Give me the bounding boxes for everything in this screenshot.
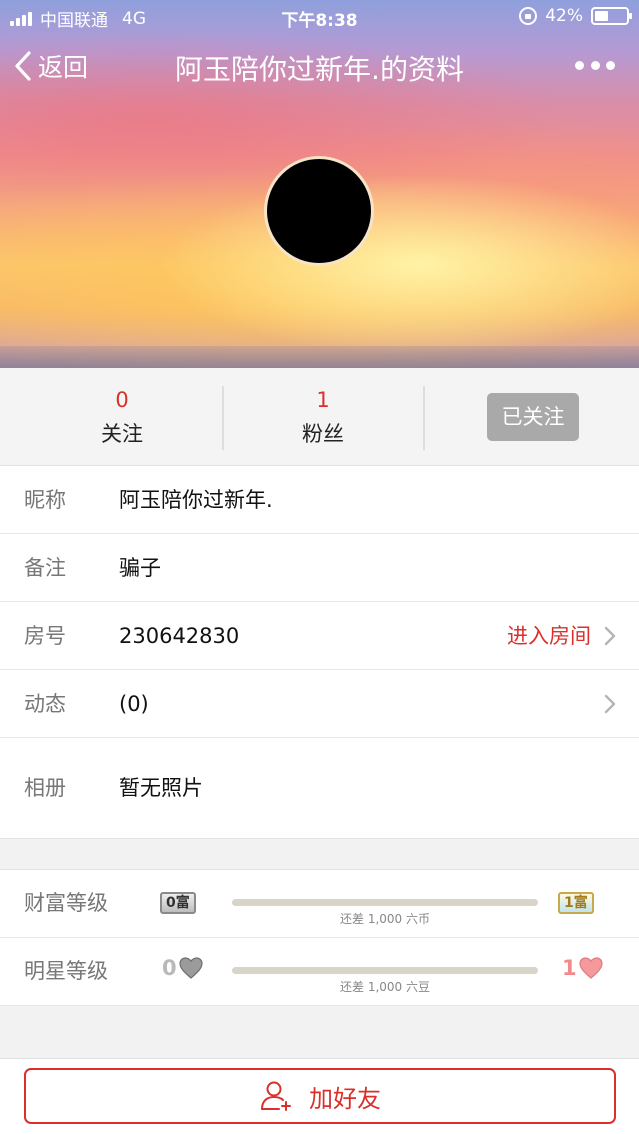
battery-percent: 42% — [545, 6, 583, 26]
following-count: 0 — [115, 388, 129, 412]
star-badge-next: 1 — [562, 956, 604, 980]
add-friend-label: 加好友 — [309, 1084, 381, 1113]
heart-icon — [579, 957, 603, 979]
avatar[interactable] — [264, 156, 374, 266]
room-label: 房号 — [24, 624, 66, 648]
fans-count: 1 — [316, 388, 330, 412]
section-divider — [0, 838, 639, 870]
followed-button[interactable]: 已关注 — [487, 393, 579, 441]
fans-label: 粉丝 — [302, 422, 344, 446]
enter-room-link[interactable]: 进入房间 — [507, 602, 591, 670]
album-value: 暂无照片 — [119, 776, 203, 800]
levels-section: 财富等级 0富 还差 1,000 六币 1富 明星等级 0 还差 1,000 六… — [0, 870, 639, 1006]
wealth-hint: 还差 1,000 六币 — [340, 912, 430, 926]
chevron-right-icon — [604, 694, 616, 714]
star-hint: 还差 1,000 六豆 — [340, 980, 430, 994]
stats-bar: 0 关注 1 粉丝 已关注 — [0, 368, 639, 466]
star-current-level: 0 — [162, 956, 177, 980]
rotation-lock-icon — [519, 7, 538, 25]
section-divider — [0, 1006, 639, 1058]
profile-info-list: 昵称 阿玉陪你过新年. 备注 骗子 房号 230642830 进入房间 动态 (… — [0, 466, 639, 839]
following-label: 关注 — [101, 422, 143, 446]
remark-label: 备注 — [24, 556, 66, 580]
star-level-label: 明星等级 — [24, 959, 108, 983]
star-next-level: 1 — [562, 956, 577, 980]
moments-row[interactable]: 动态 (0) — [0, 670, 639, 738]
star-level-row: 明星等级 0 还差 1,000 六豆 1 — [0, 938, 639, 1006]
moments-label: 动态 — [24, 692, 66, 716]
album-row[interactable]: 相册 暂无照片 — [0, 738, 639, 839]
nickname-row: 昵称 阿玉陪你过新年. — [0, 466, 639, 534]
remark-row[interactable]: 备注 骗子 — [0, 534, 639, 602]
moments-count: (0) — [119, 692, 149, 716]
remark-value: 骗子 — [119, 556, 161, 580]
wealth-badge-next: 1富 — [558, 892, 594, 914]
nickname-label: 昵称 — [24, 488, 66, 512]
nav-bar: 返回 阿玉陪你过新年.的资料 — [0, 40, 639, 92]
star-badge-current: 0 — [162, 956, 204, 980]
following-stat[interactable]: 0 关注 — [22, 368, 222, 466]
divider — [423, 386, 425, 450]
heart-icon — [179, 957, 203, 979]
more-options-icon[interactable] — [575, 52, 615, 78]
nickname-value: 阿玉陪你过新年. — [119, 488, 273, 512]
wealth-progress-bar — [232, 899, 538, 906]
bottom-bar: 加好友 — [0, 1058, 639, 1134]
add-friend-button[interactable]: 加好友 — [24, 1068, 616, 1124]
battery-icon — [591, 7, 632, 25]
star-progress-bar — [232, 967, 538, 974]
add-user-icon — [261, 1081, 291, 1111]
status-bar: 中国联通 4G 下午8:38 42% — [0, 0, 639, 34]
room-row[interactable]: 房号 230642830 进入房间 — [0, 602, 639, 670]
fans-stat[interactable]: 1 粉丝 — [223, 368, 423, 466]
chevron-right-icon — [604, 626, 616, 646]
room-number: 230642830 — [119, 624, 240, 648]
wealth-level-row: 财富等级 0富 还差 1,000 六币 1富 — [0, 870, 639, 938]
album-label: 相册 — [24, 776, 66, 800]
wealth-level-label: 财富等级 — [24, 891, 108, 915]
page-title: 阿玉陪你过新年.的资料 — [175, 53, 464, 86]
wealth-badge-current: 0富 — [160, 892, 196, 914]
